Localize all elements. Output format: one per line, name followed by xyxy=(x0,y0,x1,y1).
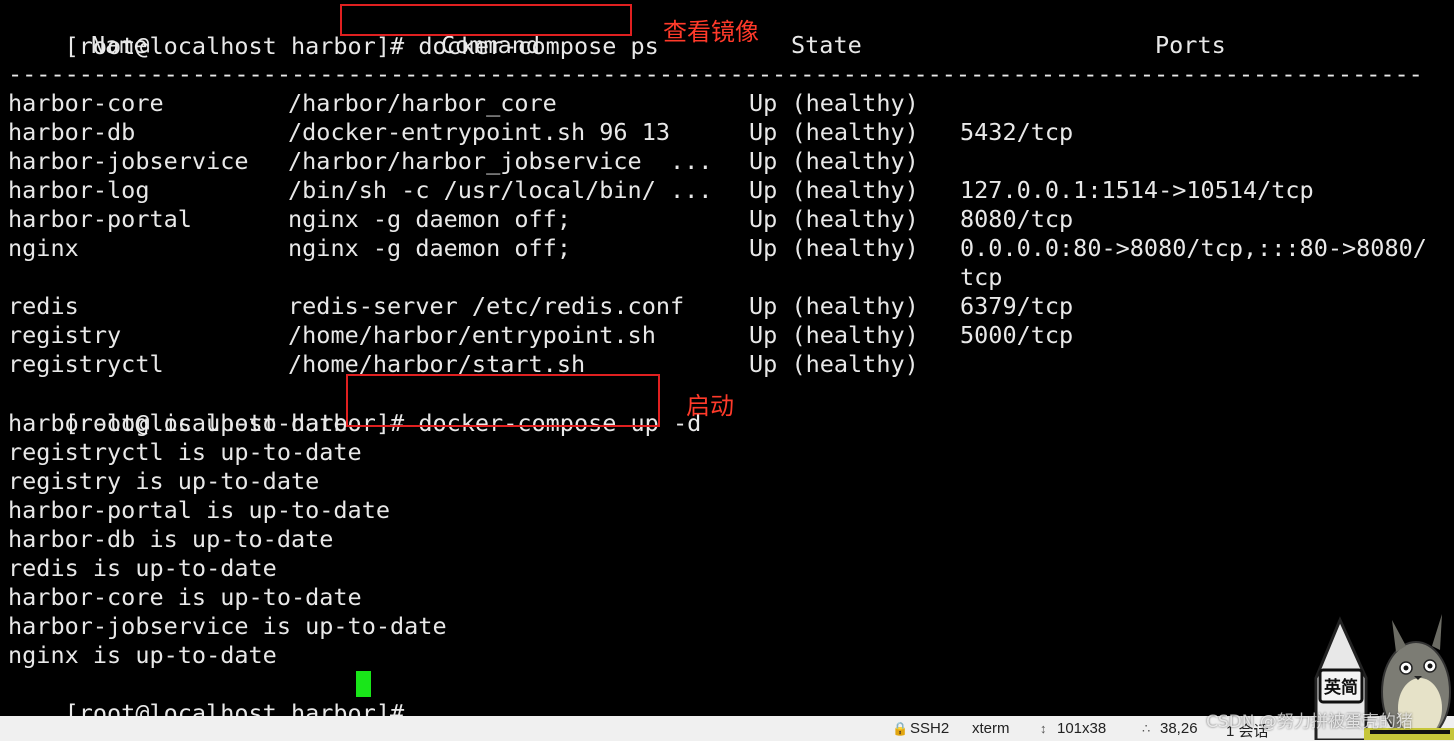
column-header-ports: Ports xyxy=(1155,31,1226,59)
annotation-start: 启动 xyxy=(686,392,734,420)
cell-ports: 5432/tcp xyxy=(960,118,1074,146)
output-line: nginx is up-to-date xyxy=(8,641,277,669)
output-line: harbor-jobservice is up-to-date xyxy=(8,612,447,640)
cell-ports: 0.0.0.0:80->8080/tcp,:::80->8080/ xyxy=(960,234,1427,262)
cell-name: harbor-db xyxy=(8,118,136,146)
annotation-view-images: 查看镜像 xyxy=(663,18,759,46)
cell-name: harbor-jobservice xyxy=(8,147,249,175)
table-row: harbor-log/bin/sh -c /usr/local/bin/ ...… xyxy=(0,176,1454,205)
header-divider: ----------------------------------------… xyxy=(8,60,1422,88)
cell-state: Up (healthy) xyxy=(749,205,919,233)
cell-ports: 8080/tcp xyxy=(960,205,1074,233)
table-row: harbor-portal nginx -g daemon off; Up (hea… xyxy=(0,205,1454,234)
cursor-position-icon: ∴ xyxy=(1142,721,1151,736)
status-cursor-position: 38,26 xyxy=(1160,720,1198,737)
cell-name: registry xyxy=(8,321,122,349)
cell-command: /harbor/harbor_jobservice ... xyxy=(288,147,713,175)
status-terminal-type: xterm xyxy=(972,720,1010,737)
cell-ports: tcp xyxy=(960,263,1003,291)
cell-state: Up (healthy) xyxy=(749,350,919,378)
table-row: harbor-jobservice/harbor/harbor_jobservi… xyxy=(0,147,1454,176)
cell-state: Up (healthy) xyxy=(749,321,919,349)
cell-ports: 5000/tcp xyxy=(960,321,1074,349)
table-row: nginx nginx -g daemon off; Up (healthy) 0.0… xyxy=(0,234,1454,263)
cell-state: Up (healthy) xyxy=(749,147,919,175)
lock-icon: 🔒 xyxy=(892,721,909,736)
cell-name: registryctl xyxy=(8,350,164,378)
cell-name: harbor-log xyxy=(8,176,150,204)
cell-state: Up (healthy) xyxy=(749,89,919,117)
output-line: redis is up-to-date xyxy=(8,554,277,582)
table-row: harbor-core/harbor/harbor_core Up (health… xyxy=(0,89,1454,118)
column-header-name: Name xyxy=(91,31,148,59)
cell-command: /home/harbor/entrypoint.sh xyxy=(288,321,656,349)
status-protocol: SSH2 xyxy=(910,720,950,737)
output-line: registryctl is up-to-date xyxy=(8,438,362,466)
output-line: harbor-db is up-to-date xyxy=(8,525,334,553)
table-row: registry/home/harbor/entrypoint.sh Up (he… xyxy=(0,321,1454,350)
cell-command: /docker-entrypoint.sh 96 13 xyxy=(288,118,671,146)
output-line: harbor-portal is up-to-date xyxy=(8,496,391,524)
cell-state: Up (healthy) xyxy=(749,292,919,320)
table-row: registryctl/home/harbor/start.sh Up (heal… xyxy=(0,350,1454,379)
output-line: harbor-core is up-to-date xyxy=(8,583,362,611)
cell-command: /harbor/harbor_core xyxy=(288,89,557,117)
cell-name: nginx xyxy=(8,234,79,262)
cell-command: /bin/sh -c /usr/local/bin/ ... xyxy=(288,176,713,204)
cell-state: Up (healthy) xyxy=(749,234,919,262)
cell-command: nginx -g daemon off; xyxy=(288,234,571,262)
annotation-box-up xyxy=(346,374,660,427)
shell-prompt: [root@localhost harbor]# xyxy=(64,699,419,716)
cell-ports: 6379/tcp xyxy=(960,292,1074,320)
status-terminal-size: 101x38 xyxy=(1057,720,1107,737)
cell-name: redis xyxy=(8,292,79,320)
cell-command: nginx -g daemon off; xyxy=(288,205,571,233)
resize-icon: ↕ xyxy=(1040,721,1047,736)
output-line: registry is up-to-date xyxy=(8,467,320,495)
annotation-box-ps xyxy=(340,4,632,36)
cell-ports: 127.0.0.1:1514->10514/tcp xyxy=(960,176,1314,204)
cell-name: harbor-core xyxy=(8,89,164,117)
terminal-cursor xyxy=(356,671,371,697)
column-header-state: State xyxy=(791,31,862,59)
cell-state: Up (healthy) xyxy=(749,118,919,146)
cell-state: Up (healthy) xyxy=(749,176,919,204)
terminal-window[interactable]: [root@localhost harbor]# docker-compose … xyxy=(0,0,1454,716)
table-row: harbor-db/docker-entrypoint.sh 96 13 Up (… xyxy=(0,118,1454,147)
watermark-text: CSDN @努力拼被蛋壳的猪 xyxy=(1206,712,1413,732)
table-row: redis redis-server /etc/redis.conf Up (hea… xyxy=(0,292,1454,321)
table-row: tcp xyxy=(0,263,1454,292)
svg-text:英简: 英简 xyxy=(1324,677,1358,698)
cell-name: harbor-portal xyxy=(8,205,192,233)
cell-command: redis-server /etc/redis.conf xyxy=(288,292,685,320)
